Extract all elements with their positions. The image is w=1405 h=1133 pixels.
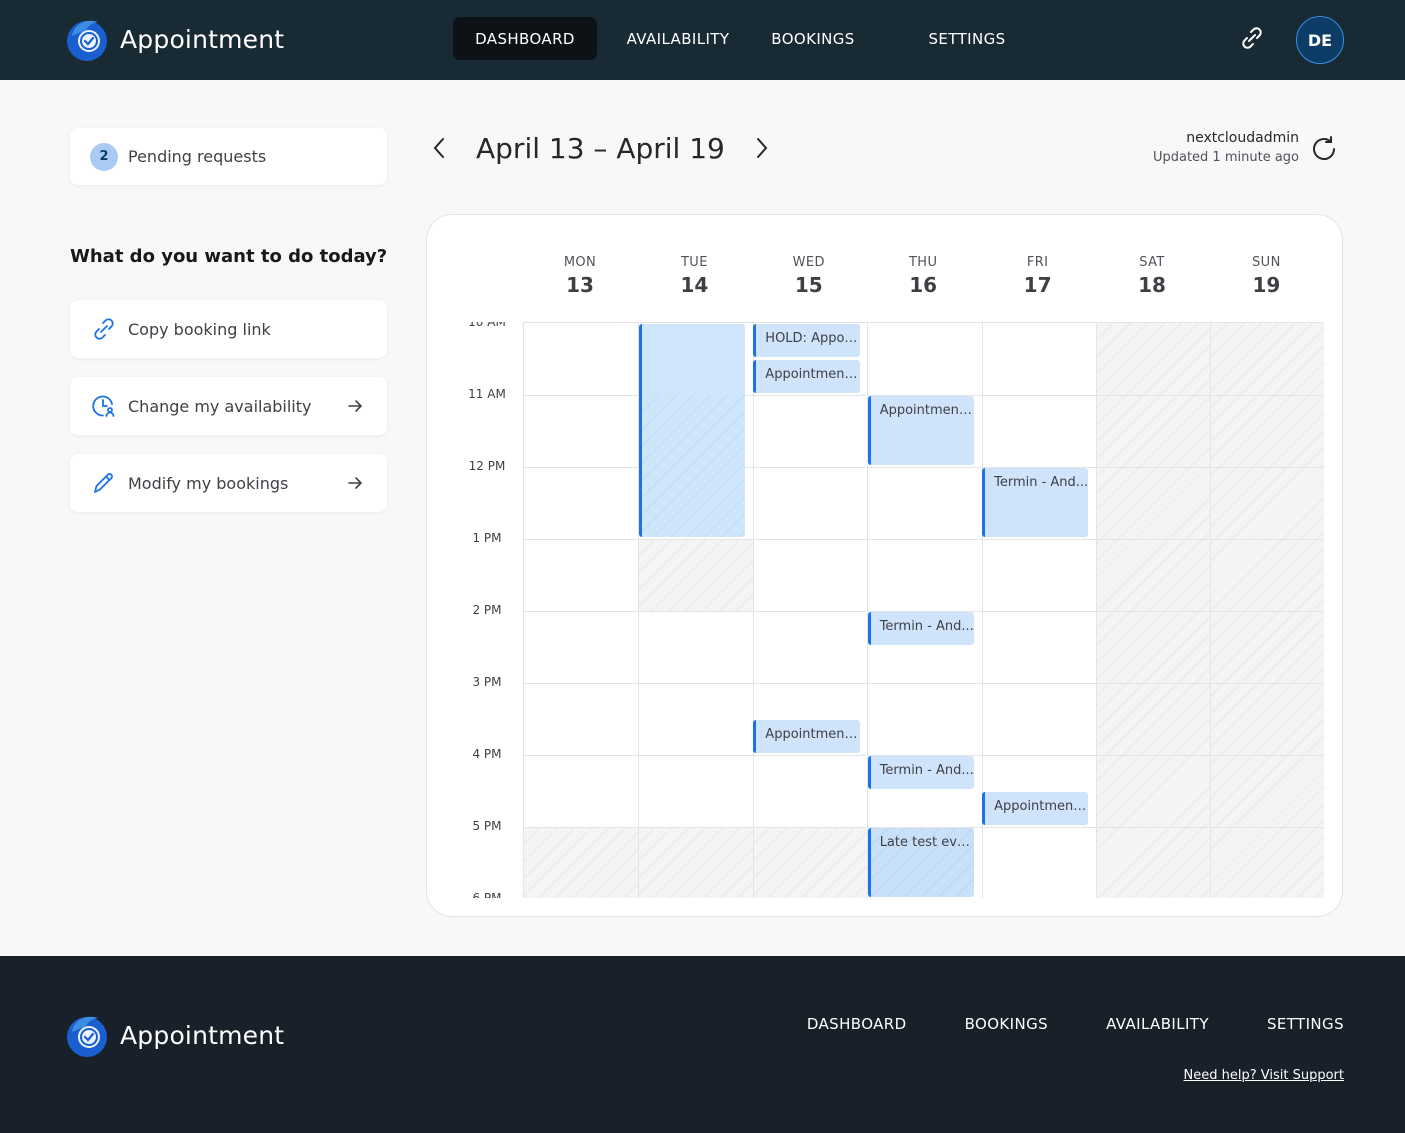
support-link[interactable]: Need help? Visit Support [1184, 1068, 1344, 1083]
day-header-sat: SAT 18 [1095, 255, 1209, 297]
chevron-right-icon[interactable] [749, 128, 775, 168]
appointment-logo-icon [64, 16, 110, 62]
calendar-event[interactable]: Appointment... [867, 396, 975, 465]
time-label: 10 AM [468, 322, 506, 329]
nav-availability[interactable]: AVAILABILITY [597, 17, 759, 60]
calendar-grid[interactable]: HOLD: AppointmentAppointment...Appointme… [523, 322, 1324, 898]
day-header-thu: THU 16 [866, 255, 980, 297]
footer-nav-bookings[interactable]: BOOKINGS [965, 1015, 1048, 1033]
day-number: 13 [566, 273, 594, 297]
day-name: FRI [1026, 255, 1049, 270]
link-icon [90, 315, 118, 343]
user-avatar[interactable]: DE [1296, 16, 1344, 64]
time-axis: 10 AM 11 AM 12 PM 1 PM 2 PM 3 PM 4 PM 5 PM 6 PM [427, 322, 523, 898]
pending-requests-label: Pending requests [128, 147, 267, 166]
account-name: nextcloudadmin [1186, 130, 1299, 146]
day-name: SUN [1252, 255, 1281, 270]
day-number: 18 [1138, 273, 1166, 297]
unavailable-slot [638, 539, 753, 611]
day-name: WED [792, 255, 825, 270]
time-label: 1 PM [472, 531, 502, 545]
day-name: THU [908, 255, 938, 270]
chevron-left-icon[interactable] [426, 128, 452, 168]
nav-dashboard[interactable]: DASHBOARD [453, 17, 597, 60]
time-label: 2 PM [472, 603, 502, 617]
nav-bookings[interactable]: BOOKINGS [759, 17, 867, 60]
day-name: TUE [680, 255, 708, 270]
pencil-icon [90, 469, 118, 497]
day-name: SAT [1139, 255, 1165, 270]
footer-brand-name: Appointment [120, 1020, 285, 1050]
arrow-right-icon [345, 396, 365, 416]
modify-bookings-button[interactable]: Modify my bookings [70, 454, 387, 512]
day-header-mon: MON 13 [523, 255, 637, 297]
pending-count-badge: 2 [90, 142, 118, 171]
clock-user-icon [90, 392, 118, 420]
footer-nav: DASHBOARD BOOKINGS AVAILABILITY SETTINGS [749, 1015, 1344, 1033]
brand-name: Appointment [120, 24, 285, 54]
day-number: 14 [680, 273, 709, 297]
calendar-event[interactable]: Appointment... [753, 360, 860, 393]
day-number: 16 [909, 273, 938, 297]
footer-nav-settings[interactable]: SETTINGS [1267, 1015, 1344, 1033]
arrow-right-icon [345, 473, 365, 493]
calendar-event[interactable]: Termin - And... [982, 468, 1089, 537]
modify-bookings-label: Modify my bookings [128, 473, 289, 493]
footer: Appointment DASHBOARD BOOKINGS AVAILABIL… [0, 956, 1405, 1133]
time-label: 11 AM [468, 387, 506, 401]
week-navigation: April 13 – April 19 [426, 128, 775, 168]
time-label: 3 PM [472, 675, 502, 689]
day-header-wed: WED 15 [752, 255, 866, 297]
time-label: 5 PM [472, 819, 502, 833]
sync-info: nextcloudadmin Updated 1 minute ago [1153, 130, 1299, 165]
time-label: 6 PM [472, 891, 502, 898]
time-label: 4 PM [472, 747, 502, 761]
day-header-sun: SUN 19 [1209, 255, 1323, 297]
brand[interactable]: Appointment [64, 16, 284, 62]
link-icon[interactable] [1236, 22, 1268, 54]
calendar-event-overlay [641, 395, 746, 537]
main-nav: DASHBOARD AVAILABILITY BOOKINGS SETTINGS [453, 17, 1067, 60]
calendar-event[interactable]: HOLD: Appointment [753, 324, 860, 357]
grid-row-line [524, 539, 1324, 540]
day-header-tue: TUE 14 [637, 255, 751, 297]
change-availability-label: Change my availability [128, 396, 312, 416]
footer-nav-dashboard[interactable]: DASHBOARD [807, 1015, 907, 1033]
pending-requests-card[interactable]: 2 Pending requests [70, 128, 387, 185]
refresh-icon[interactable] [1310, 135, 1338, 163]
day-number: 15 [794, 273, 823, 297]
unavailable-slot [524, 827, 639, 898]
day-header-fri: FRI 17 [981, 255, 1095, 297]
week-calendar: MON 13 TUE 14 WED 15 THU 16 FRI 17 SAT 18 SUN 19 10 A… [426, 214, 1343, 917]
time-label: 12 PM [468, 459, 506, 473]
calendar-event[interactable]: Termin - And... [867, 612, 975, 645]
grid-row-line [524, 683, 1324, 684]
unavailable-slot [752, 827, 868, 898]
updated-time: Updated 1 minute ago [1152, 150, 1299, 165]
appointment-logo-icon [64, 1012, 110, 1058]
copy-booking-link-button[interactable]: Copy booking link [70, 300, 387, 358]
day-number: 19 [1252, 273, 1281, 297]
week-title: April 13 – April 19 [476, 131, 725, 165]
nav-settings[interactable]: SETTINGS [867, 17, 1067, 60]
change-availability-button[interactable]: Change my availability [70, 377, 387, 435]
top-header: Appointment DASHBOARD AVAILABILITY BOOKI… [0, 0, 1405, 80]
footer-brand[interactable]: Appointment [64, 1012, 284, 1058]
calendar-event[interactable]: Appointment... [982, 792, 1089, 825]
today-question: What do you want to do today? [70, 246, 388, 267]
calendar-event[interactable]: Termin - And... [867, 756, 975, 789]
day-number: 17 [1023, 273, 1052, 297]
copy-booking-link-label: Copy booking link [128, 319, 271, 339]
calendar-event[interactable]: Late test event [867, 828, 975, 897]
footer-nav-availability[interactable]: AVAILABILITY [1106, 1015, 1209, 1033]
unavailable-slot [638, 827, 753, 898]
day-name: MON [563, 255, 597, 270]
calendar-event[interactable]: Appointment... [753, 720, 860, 753]
